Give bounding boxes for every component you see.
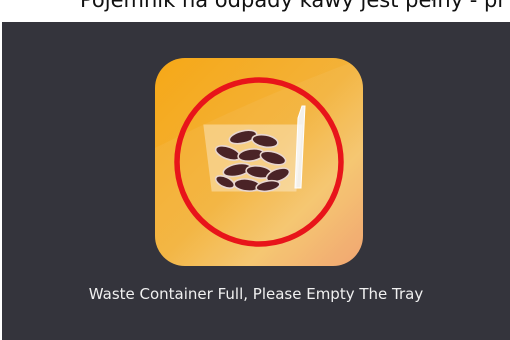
full-waste-bin-icon	[155, 58, 363, 266]
alert-message: Waste Container Full, Please Empty The T…	[88, 285, 424, 303]
caption-bar: Pojemnik na odpady kawy jest pełny - pr	[0, 0, 510, 22]
caption-text: Pojemnik na odpady kawy jest pełny - pr	[80, 0, 507, 12]
alert-screen: Waste Container Full, Please Empty The T…	[2, 22, 510, 340]
